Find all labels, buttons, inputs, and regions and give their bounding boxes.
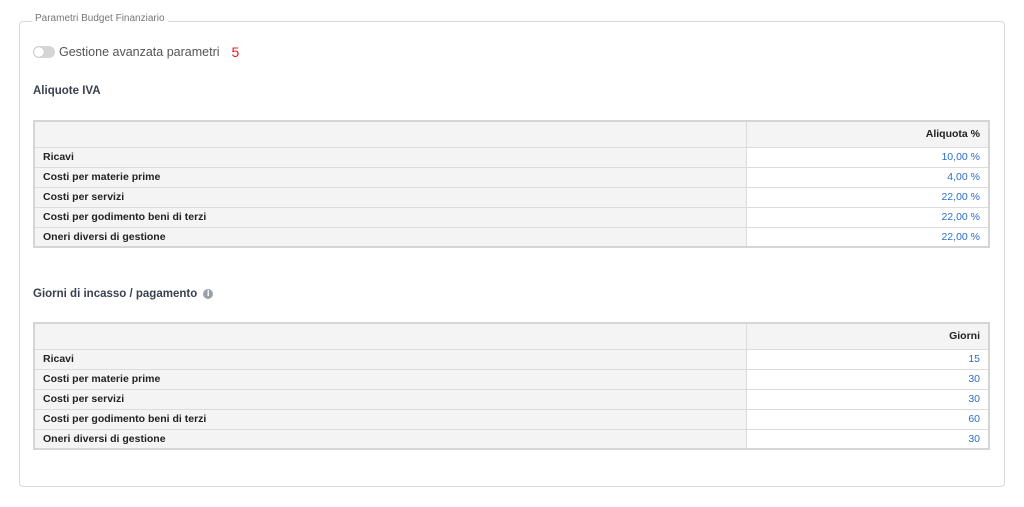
info-icon[interactable]: i bbox=[203, 289, 214, 299]
row-label: Costi per materie prime bbox=[33, 368, 747, 390]
table-row: Costi per materie prime 4,00 % bbox=[33, 166, 990, 188]
table-row: Oneri diversi di gestione 22,00 % bbox=[33, 226, 990, 248]
giorni-section-title: Giorni di incasso / pagamento i bbox=[33, 288, 214, 300]
row-label: Costi per servizi bbox=[33, 186, 747, 208]
iva-section-title-text: Aliquote IVA bbox=[33, 85, 101, 97]
header-label-cell bbox=[33, 120, 747, 148]
header-giorni: Giorni bbox=[745, 322, 990, 350]
switch-knob bbox=[34, 47, 44, 57]
table-row: Costi per materie prime 30 bbox=[33, 368, 990, 390]
table-row: Costi per godimento beni di terzi 22,00 … bbox=[33, 206, 990, 228]
row-label: Costi per materie prime bbox=[33, 166, 747, 188]
header-aliquota: Aliquota % bbox=[745, 120, 990, 148]
giorni-table: Giorni Ricavi 15 Costi per materie prime… bbox=[33, 322, 990, 450]
giorni-section-title-text: Giorni di incasso / pagamento bbox=[33, 288, 198, 300]
row-label: Costi per servizi bbox=[33, 388, 747, 410]
row-label: Oneri diversi di gestione bbox=[33, 226, 747, 248]
annotation-number: 5 bbox=[231, 44, 240, 60]
aliquota-value-input[interactable]: 22,00 % bbox=[745, 226, 990, 248]
aliquota-value-input[interactable]: 4,00 % bbox=[745, 166, 990, 188]
table-row: Ricavi 15 bbox=[33, 348, 990, 370]
iva-section-title: Aliquote IVA bbox=[33, 85, 101, 97]
row-label: Oneri diversi di gestione bbox=[33, 428, 747, 450]
giorni-value-input[interactable]: 30 bbox=[745, 368, 990, 390]
aliquota-value-input[interactable]: 10,00 % bbox=[745, 146, 990, 168]
table-row: Costi per godimento beni di terzi 60 bbox=[33, 408, 990, 430]
table-row: Oneri diversi di gestione 30 bbox=[33, 428, 990, 450]
advanced-parameters-label[interactable]: Gestione avanzata parametri bbox=[59, 45, 220, 59]
table-header-row: Aliquota % bbox=[33, 120, 990, 148]
row-label: Costi per godimento beni di terzi bbox=[33, 206, 747, 228]
row-label: Costi per godimento beni di terzi bbox=[33, 408, 747, 430]
table-row: Costi per servizi 30 bbox=[33, 388, 990, 410]
giorni-value-input[interactable]: 30 bbox=[745, 428, 990, 450]
table-header-row: Giorni bbox=[33, 322, 990, 350]
giorni-value-input[interactable]: 15 bbox=[745, 348, 990, 370]
table-row: Costi per servizi 22,00 % bbox=[33, 186, 990, 208]
advanced-parameters-toggle-row: Gestione avanzata parametri 5 bbox=[33, 44, 239, 60]
aliquota-value-input[interactable]: 22,00 % bbox=[745, 186, 990, 208]
advanced-parameters-switch[interactable] bbox=[33, 46, 55, 58]
aliquota-value-input[interactable]: 22,00 % bbox=[745, 206, 990, 228]
fieldset-legend: Parametri Budget Finanziario bbox=[32, 13, 168, 24]
iva-table: Aliquota % Ricavi 10,00 % Costi per mate… bbox=[33, 120, 990, 248]
row-label: Ricavi bbox=[33, 146, 747, 168]
giorni-value-input[interactable]: 30 bbox=[745, 388, 990, 410]
row-label: Ricavi bbox=[33, 348, 747, 370]
header-label-cell bbox=[33, 322, 747, 350]
giorni-value-input[interactable]: 60 bbox=[745, 408, 990, 430]
table-row: Ricavi 10,00 % bbox=[33, 146, 990, 168]
